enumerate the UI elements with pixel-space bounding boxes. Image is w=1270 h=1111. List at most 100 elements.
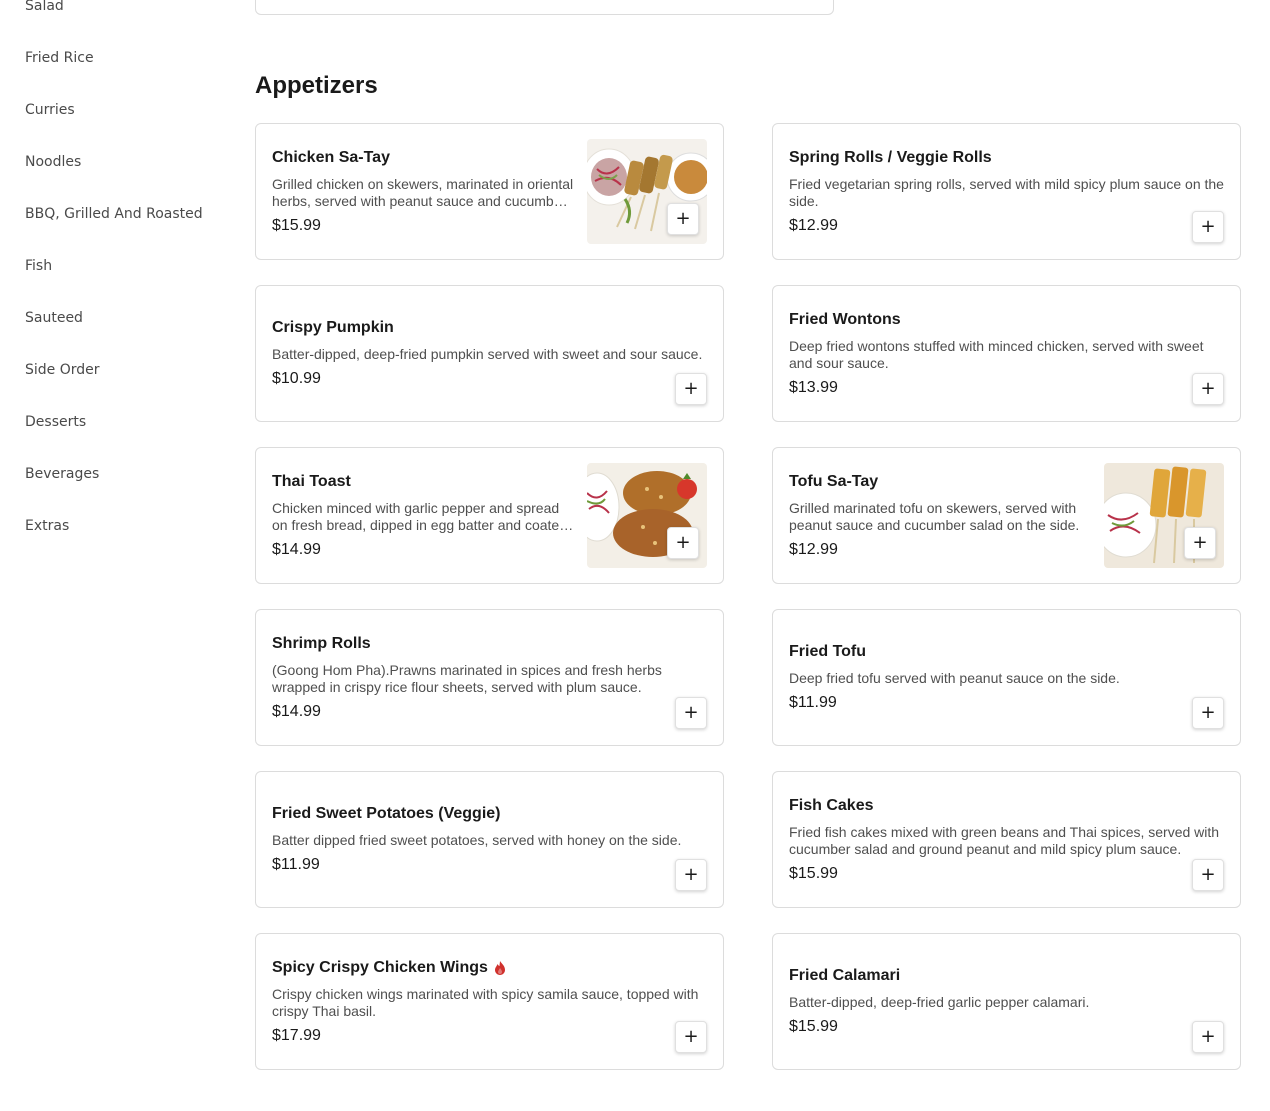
menu-item-name-row: Spring Rolls / Veggie Rolls — [789, 149, 1224, 167]
menu-item-card-1[interactable]: Spring Rolls / Veggie Rolls Fried vegeta… — [772, 123, 1241, 260]
menu-item-name-row: Fish Cakes — [789, 797, 1224, 815]
menu-item-name-row: Fried Tofu — [789, 643, 1224, 661]
menu-item-price: $11.99 — [789, 694, 837, 711]
sidebar-item-desserts[interactable]: Desserts — [25, 396, 225, 448]
menu-item-description: Deep fried tofu served with peanut sauce… — [789, 670, 1120, 686]
category-sidebar: Salad Fried Rice Curries Noodles BBQ, Gr… — [25, 0, 225, 552]
menu-item-card-6[interactable]: Shrimp Rolls (Goong Hom Pha).Prawns mari… — [255, 609, 724, 746]
sidebar-item-extras[interactable]: Extras — [25, 500, 225, 552]
menu-item-body: Tofu Sa-Tay Grilled marinated tofu on sk… — [789, 473, 1104, 559]
menu-item-name-row: Fried Calamari — [789, 967, 1224, 985]
menu-item-body: Fried Calamari Batter-dipped, deep-fried… — [789, 967, 1224, 1036]
add-to-cart-button[interactable]: + — [1184, 527, 1216, 559]
menu-item-description: Crispy chicken wings marinated with spic… — [272, 985, 699, 1019]
menu-item-description: Fried fish cakes mixed with green beans … — [789, 823, 1220, 857]
menu-item-name-row: Thai Toast — [272, 473, 575, 491]
menu-item-price: $15.99 — [789, 1018, 838, 1035]
menu-item-name: Tofu Sa-Tay — [789, 472, 879, 490]
menu-item-name: Shrimp Rolls — [272, 634, 371, 652]
menu-item-price: $12.99 — [789, 540, 838, 558]
menu-item-name: Spicy Crispy Chicken Wings — [272, 958, 488, 976]
menu-item-name: Fish Cakes — [789, 796, 874, 814]
menu-item-body: Thai Toast Chicken minced with garlic pe… — [272, 473, 587, 559]
menu-item-name: Fried Calamari — [789, 967, 901, 984]
menu-item-description: (Goong Hom Pha).Prawns marinated in spic… — [272, 661, 662, 695]
menu-item-name: Thai Toast — [272, 472, 351, 490]
menu-item-description: Chicken minced with garlic pepper and sp… — [272, 499, 567, 533]
menu-item-description: Batter-dipped, deep-fried garlic pepper … — [789, 994, 1090, 1010]
sidebar-item-fish[interactable]: Fish — [25, 240, 225, 292]
menu-item-card-11[interactable]: Fried Calamari Batter-dipped, deep-fried… — [772, 933, 1241, 1070]
menu-item-name-row: Tofu Sa-Tay — [789, 473, 1092, 491]
add-to-cart-button[interactable]: + — [675, 373, 707, 405]
menu-item-card-10[interactable]: Spicy Crispy Chicken Wings Crispy chicke… — [255, 933, 724, 1070]
menu-item-body: Fried Tofu Deep fried tofu served with p… — [789, 643, 1224, 712]
menu-item-card-0[interactable]: Chicken Sa-Tay Grilled chicken on skewer… — [255, 123, 724, 260]
menu-item-name-row: Fried Wontons — [789, 311, 1224, 329]
spicy-icon — [494, 960, 506, 975]
menu-item-name-row: Chicken Sa-Tay — [272, 149, 575, 167]
menu-item-body: Fried Wontons Deep fried wontons stuffed… — [789, 311, 1224, 397]
menu-item-price: $12.99 — [789, 216, 838, 234]
add-to-cart-button[interactable]: + — [1192, 1021, 1224, 1053]
menu-item-description: Grilled chicken on skewers, marinated in… — [272, 175, 574, 209]
sidebar-item-salad[interactable]: Salad — [25, 0, 225, 32]
menu-items-grid: Chicken Sa-Tay Grilled chicken on skewer… — [255, 123, 1241, 1070]
add-to-cart-button[interactable]: + — [1192, 697, 1224, 729]
menu-item-price: $10.99 — [272, 370, 321, 387]
menu-item-body: Spicy Crispy Chicken Wings Crispy chicke… — [272, 959, 707, 1045]
sidebar-item-side-order[interactable]: Side Order — [25, 344, 225, 396]
sidebar-item-fried-rice[interactable]: Fried Rice — [25, 32, 225, 84]
menu-item-body: Fried Sweet Potatoes (Veggie) Batter dip… — [272, 805, 707, 874]
menu-item-card-9[interactable]: Fish Cakes Fried fish cakes mixed with g… — [772, 771, 1241, 908]
add-to-cart-button[interactable]: + — [1192, 859, 1224, 891]
menu-item-description: Fried vegetarian spring rolls, served wi… — [789, 175, 1224, 209]
menu-item-card-4[interactable]: Thai Toast Chicken minced with garlic pe… — [255, 447, 724, 584]
menu-item-name-row: Fried Sweet Potatoes (Veggie) — [272, 805, 707, 823]
section-title: Appetizers — [255, 72, 378, 99]
menu-item-price: $17.99 — [272, 1026, 321, 1044]
menu-page: Salad Fried Rice Curries Noodles BBQ, Gr… — [0, 0, 1270, 1111]
menu-item-card-3[interactable]: Fried Wontons Deep fried wontons stuffed… — [772, 285, 1241, 422]
sidebar-item-curries[interactable]: Curries — [25, 84, 225, 136]
menu-item-description: Batter dipped fried sweet potatoes, serv… — [272, 832, 682, 848]
menu-item-body: Shrimp Rolls (Goong Hom Pha).Prawns mari… — [272, 635, 707, 721]
menu-item-description: Grilled marinated tofu on skewers, serve… — [789, 499, 1080, 533]
previous-section-card[interactable] — [255, 0, 834, 15]
menu-item-price: $13.99 — [789, 378, 838, 396]
menu-item-card-7[interactable]: Fried Tofu Deep fried tofu served with p… — [772, 609, 1241, 746]
menu-item-name: Fried Tofu — [789, 643, 867, 660]
menu-item-card-8[interactable]: Fried Sweet Potatoes (Veggie) Batter dip… — [255, 771, 724, 908]
menu-item-price: $11.99 — [272, 856, 320, 873]
add-to-cart-button[interactable]: + — [667, 527, 699, 559]
add-to-cart-button[interactable]: + — [675, 697, 707, 729]
sidebar-item-sauteed[interactable]: Sauteed — [25, 292, 225, 344]
menu-item-card-2[interactable]: Crispy Pumpkin Batter-dipped, deep-fried… — [255, 285, 724, 422]
sidebar-item-beverages[interactable]: Beverages — [25, 448, 225, 500]
add-to-cart-button[interactable]: + — [1192, 373, 1224, 405]
menu-item-name: Fried Wontons — [789, 310, 901, 328]
add-to-cart-button[interactable]: + — [667, 203, 699, 235]
menu-item-body: Crispy Pumpkin Batter-dipped, deep-fried… — [272, 319, 707, 388]
menu-item-name: Chicken Sa-Tay — [272, 148, 390, 166]
sidebar-item-bbq[interactable]: BBQ, Grilled And Roasted — [25, 188, 225, 240]
menu-item-price: $15.99 — [789, 864, 838, 882]
menu-item-name-row: Spicy Crispy Chicken Wings — [272, 959, 707, 977]
menu-item-name: Crispy Pumpkin — [272, 319, 394, 336]
menu-item-body: Spring Rolls / Veggie Rolls Fried vegeta… — [789, 149, 1224, 235]
menu-item-body: Chicken Sa-Tay Grilled chicken on skewer… — [272, 149, 587, 235]
menu-item-price: $15.99 — [272, 216, 321, 234]
menu-item-card-5[interactable]: Tofu Sa-Tay Grilled marinated tofu on sk… — [772, 447, 1241, 584]
menu-item-description: Batter-dipped, deep-fried pumpkin served… — [272, 346, 703, 362]
menu-item-name-row: Shrimp Rolls — [272, 635, 707, 653]
sidebar-item-noodles[interactable]: Noodles — [25, 136, 225, 188]
menu-item-body: Fish Cakes Fried fish cakes mixed with g… — [789, 797, 1224, 883]
add-to-cart-button[interactable]: + — [675, 1021, 707, 1053]
menu-item-name: Fried Sweet Potatoes (Veggie) — [272, 805, 501, 822]
add-to-cart-button[interactable]: + — [675, 859, 707, 891]
menu-item-name-row: Crispy Pumpkin — [272, 319, 707, 337]
add-to-cart-button[interactable]: + — [1192, 211, 1224, 243]
menu-item-name: Spring Rolls / Veggie Rolls — [789, 148, 992, 166]
menu-item-price: $14.99 — [272, 540, 321, 558]
menu-item-description: Deep fried wontons stuffed with minced c… — [789, 337, 1204, 371]
